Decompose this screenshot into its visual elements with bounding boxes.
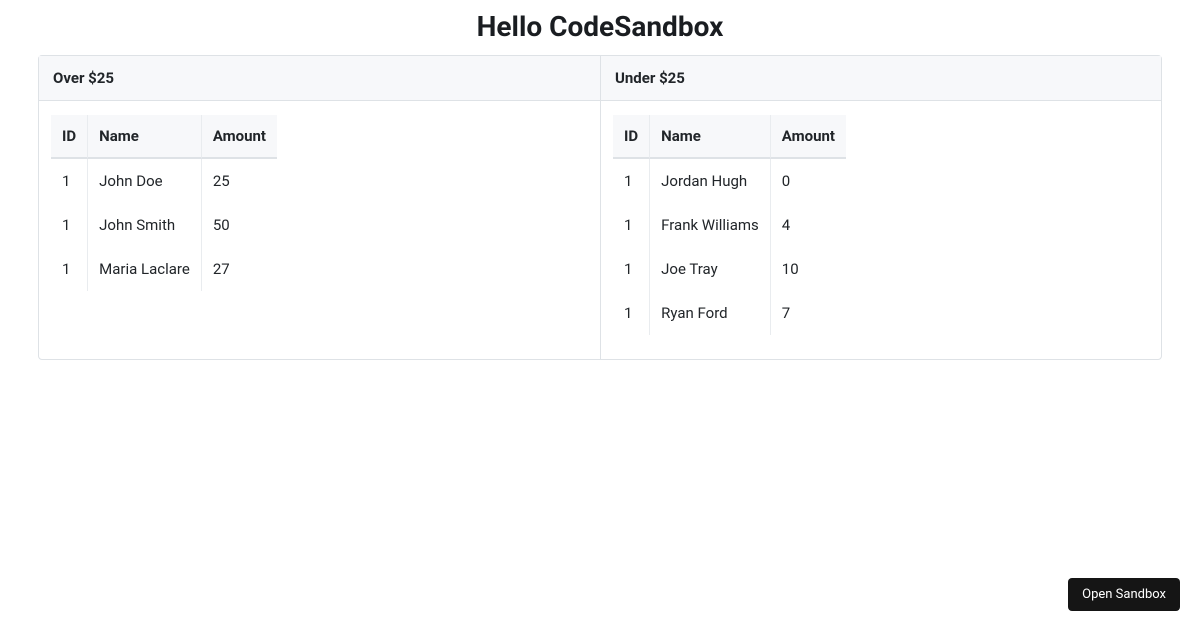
cell-name: John Smith xyxy=(87,203,201,247)
table-row: 1 John Doe 25 xyxy=(51,159,277,203)
table-under-25: ID Name Amount 1 Jordan Hugh 0 1 Frank W… xyxy=(613,115,846,335)
col-name: Name xyxy=(87,115,201,159)
cell-id: 1 xyxy=(51,247,87,291)
cell-id: 1 xyxy=(613,247,649,291)
panel-under-25: Under $25 ID Name Amount 1 Jordan Hugh 0 xyxy=(600,56,1161,359)
panel-over-25-header: Over $25 xyxy=(39,56,600,101)
panels-container: Over $25 ID Name Amount 1 John Doe 25 xyxy=(38,55,1162,360)
cell-id: 1 xyxy=(613,203,649,247)
cell-name: Frank Williams xyxy=(649,203,770,247)
cell-id: 1 xyxy=(51,159,87,203)
cell-amount: 7 xyxy=(770,291,846,335)
open-sandbox-button[interactable]: Open Sandbox xyxy=(1068,578,1180,611)
page-title: Hello CodeSandbox xyxy=(0,0,1200,55)
cell-amount: 0 xyxy=(770,159,846,203)
table-row: 1 Maria Laclare 27 xyxy=(51,247,277,291)
table-row: 1 Frank Williams 4 xyxy=(613,203,846,247)
panel-under-25-body: ID Name Amount 1 Jordan Hugh 0 1 Frank W… xyxy=(601,101,1161,359)
cell-id: 1 xyxy=(51,203,87,247)
cell-amount: 27 xyxy=(201,247,277,291)
table-row: 1 John Smith 50 xyxy=(51,203,277,247)
col-amount: Amount xyxy=(201,115,277,159)
table-row: 1 Ryan Ford 7 xyxy=(613,291,846,335)
cell-amount: 50 xyxy=(201,203,277,247)
col-amount: Amount xyxy=(770,115,846,159)
cell-amount: 4 xyxy=(770,203,846,247)
panel-over-25: Over $25 ID Name Amount 1 John Doe 25 xyxy=(39,56,600,359)
panel-under-25-header: Under $25 xyxy=(601,56,1161,101)
cell-amount: 25 xyxy=(201,159,277,203)
col-id: ID xyxy=(51,115,87,159)
panel-over-25-body: ID Name Amount 1 John Doe 25 1 John Smit… xyxy=(39,101,600,315)
col-id: ID xyxy=(613,115,649,159)
cell-name: Maria Laclare xyxy=(87,247,201,291)
cell-name: Ryan Ford xyxy=(649,291,770,335)
table-row: 1 Jordan Hugh 0 xyxy=(613,159,846,203)
table-over-25: ID Name Amount 1 John Doe 25 1 John Smit… xyxy=(51,115,277,291)
cell-name: John Doe xyxy=(87,159,201,203)
cell-id: 1 xyxy=(613,159,649,203)
col-name: Name xyxy=(649,115,770,159)
cell-name: Jordan Hugh xyxy=(649,159,770,203)
table-row: 1 Joe Tray 10 xyxy=(613,247,846,291)
cell-amount: 10 xyxy=(770,247,846,291)
cell-name: Joe Tray xyxy=(649,247,770,291)
cell-id: 1 xyxy=(613,291,649,335)
